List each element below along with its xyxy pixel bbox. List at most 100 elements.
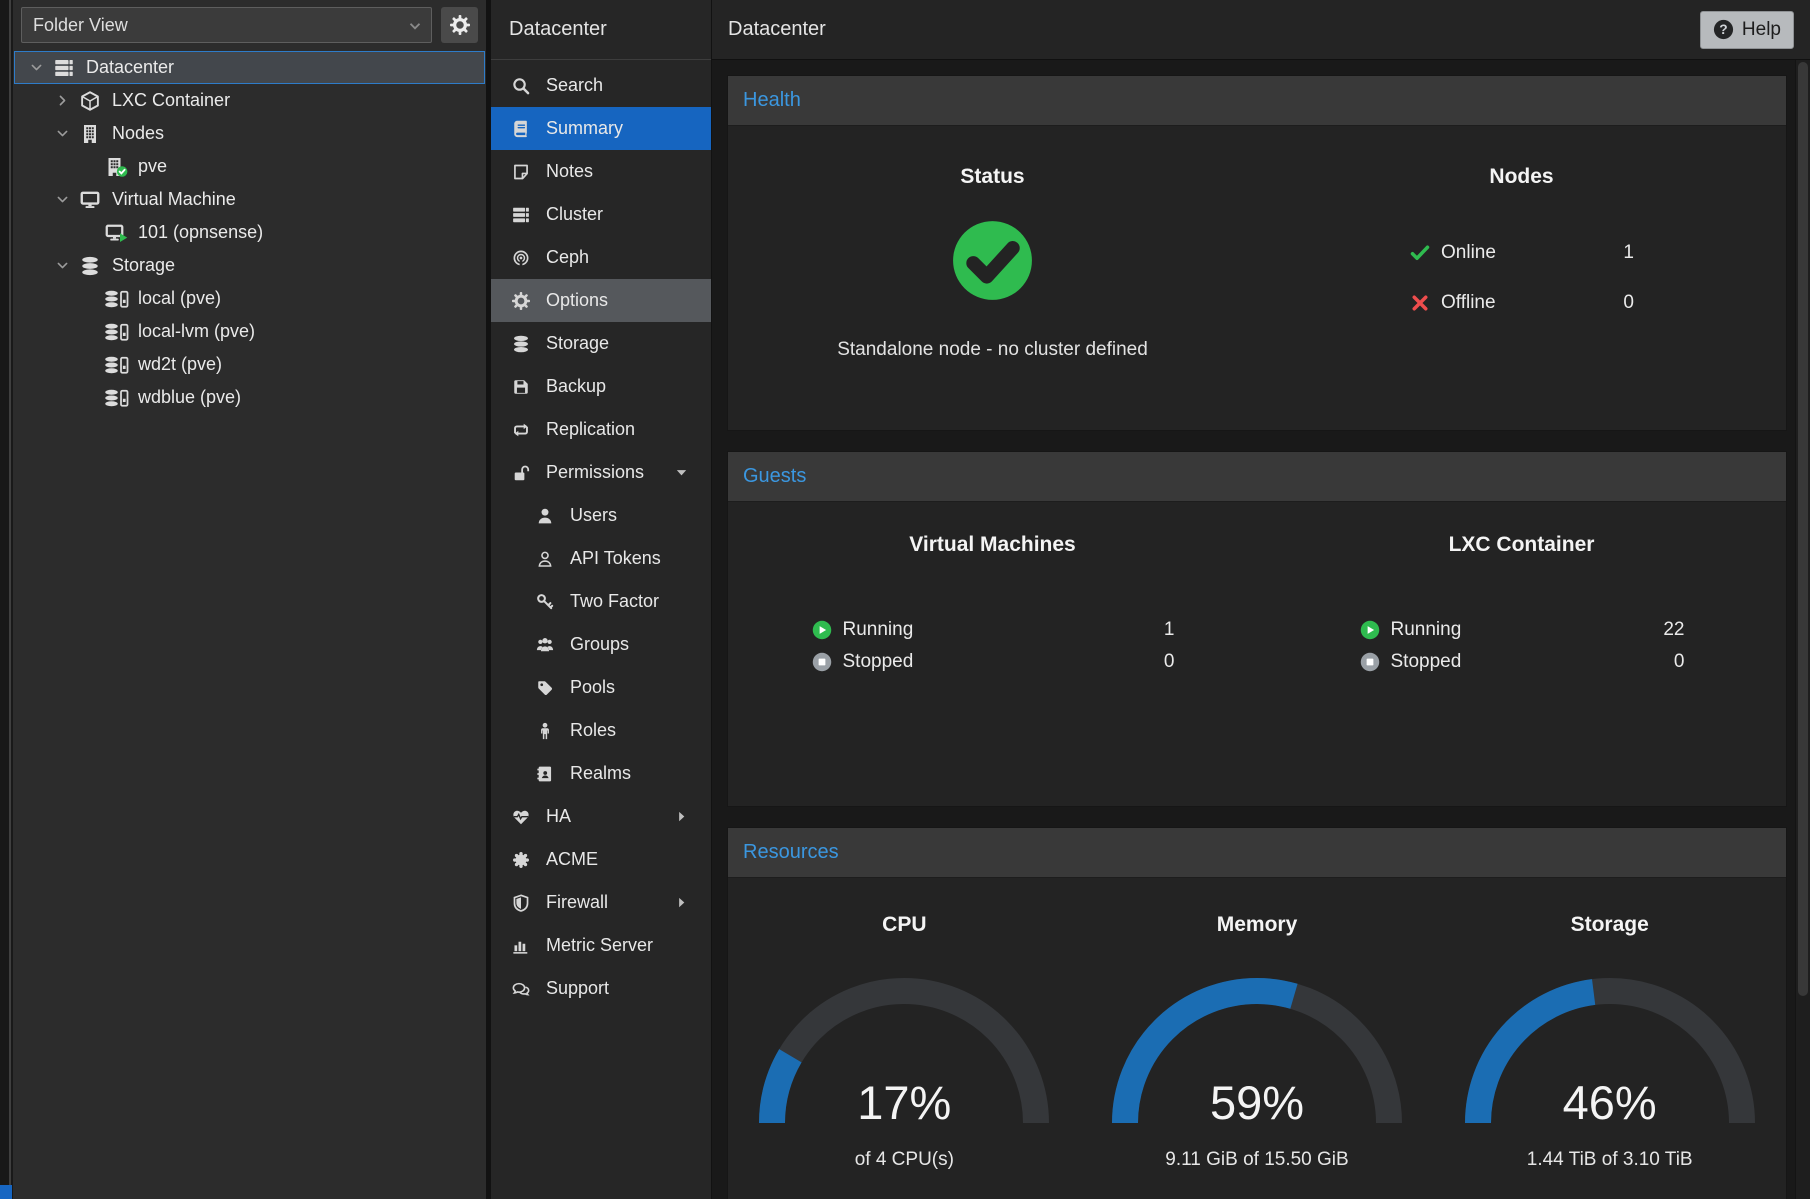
nav-item-two-factor[interactable]: Two Factor — [491, 580, 711, 623]
tree-item-local-pve[interactable]: local (pve) — [14, 282, 485, 315]
storage-gauge: 46% — [1460, 973, 1760, 1136]
tree-item-virtual-machine[interactable]: Virtual Machine — [14, 183, 485, 216]
chevron-down-icon[interactable] — [50, 258, 74, 273]
caret-down-icon[interactable] — [674, 465, 689, 480]
chevron-down-icon[interactable] — [24, 60, 48, 75]
nav-item-label: HA — [533, 806, 571, 827]
guests-body: Virtual MachinesRunning1Stopped0LXC Cont… — [728, 502, 1786, 806]
content-header: Datacenter ? Help — [712, 0, 1810, 60]
book-icon — [509, 120, 533, 138]
health-panel-title: Health — [743, 89, 801, 112]
status-row-value: 22 — [1663, 619, 1684, 641]
tree-item-label: wdblue (pve) — [132, 387, 241, 408]
nav-item-ceph[interactable]: Ceph — [491, 236, 711, 279]
tree-item-label: Datacenter — [80, 57, 174, 78]
scrollbar-thumb[interactable] — [1798, 62, 1808, 996]
cpu-gauge-column: CPU17%of 4 CPU(s) — [728, 878, 1081, 1199]
help-button[interactable]: ? Help — [1700, 11, 1794, 49]
datacenter-nav-panel: Datacenter SearchSummaryNotesClusterCeph… — [491, 0, 712, 1199]
bar-chart-icon — [509, 937, 533, 955]
shield-icon — [509, 894, 533, 912]
tree-item-101-opnsense[interactable]: 101 (opnsense) — [14, 216, 485, 249]
server-icon — [48, 58, 80, 78]
nav-item-label: Support — [533, 978, 609, 999]
cpu-gauge: 17% — [754, 973, 1054, 1136]
tree-item-nodes[interactable]: Nodes — [14, 117, 485, 150]
tree-item-pve[interactable]: pve — [14, 150, 485, 183]
page-title: Datacenter — [728, 18, 826, 41]
svg-text:?: ? — [1719, 22, 1727, 37]
tree-toolbar: Folder View — [13, 0, 486, 50]
memory-gauge-title: Memory — [1217, 912, 1298, 938]
status-row-value: 0 — [1164, 651, 1175, 673]
tree-item-storage[interactable]: Storage — [14, 249, 485, 282]
tree-item-label: Nodes — [106, 123, 164, 144]
nav-item-notes[interactable]: Notes — [491, 150, 711, 193]
caret-right-icon[interactable] — [674, 895, 689, 910]
nav-item-replication[interactable]: Replication — [491, 408, 711, 451]
nav-item-label: Storage — [533, 333, 609, 354]
nav-item-backup[interactable]: Backup — [491, 365, 711, 408]
tree-item-lxc-container[interactable]: LXC Container — [14, 84, 485, 117]
tree-item-wd2t-pve[interactable]: wd2t (pve) — [14, 348, 485, 381]
status-row-value: 1 — [1164, 619, 1175, 641]
storage-gauge-column: Storage46%1.44 TiB of 3.10 TiB — [1433, 878, 1786, 1199]
nav-panel-title: Datacenter — [491, 0, 711, 60]
status-row-label: Offline — [1431, 292, 1496, 314]
tree-item-label: wd2t (pve) — [132, 354, 222, 375]
view-mode-select[interactable]: Folder View — [21, 7, 432, 43]
lxc-container-title: LXC Container — [1449, 532, 1595, 558]
nav-item-label: Groups — [557, 634, 629, 655]
nav-item-storage[interactable]: Storage — [491, 322, 711, 365]
tree-item-datacenter[interactable]: Datacenter — [14, 51, 485, 84]
nav-item-support[interactable]: Support — [491, 967, 711, 1010]
gauge-percent-label: 46% — [1460, 1075, 1760, 1130]
gauge-percent-label: 59% — [1107, 1075, 1407, 1130]
tree-item-label: Storage — [106, 255, 175, 276]
gauge-sublabel: of 4 CPU(s) — [855, 1149, 954, 1171]
running-row: Running22 — [1359, 614, 1685, 646]
nav-item-summary[interactable]: Summary — [491, 107, 711, 150]
caret-right-icon[interactable] — [674, 809, 689, 824]
nav-item-groups[interactable]: Groups — [491, 623, 711, 666]
summary-scroll-area: Health Status Standalone node - no clust… — [712, 60, 1795, 1199]
tag-icon — [533, 679, 557, 697]
corner-accent — [0, 1185, 12, 1199]
nav-item-api-tokens[interactable]: API Tokens — [491, 537, 711, 580]
tree-item-local-lvm-pve[interactable]: local-lvm (pve) — [14, 315, 485, 348]
stop-circle-icon — [811, 652, 833, 672]
tree-item-wdblue-pve[interactable]: wdblue (pve) — [14, 381, 485, 414]
nav-item-acme[interactable]: ACME — [491, 838, 711, 881]
nodes-column: Nodes Online1Offline0 — [1257, 126, 1786, 430]
database-icon — [74, 256, 106, 276]
nav-item-label: API Tokens — [557, 548, 661, 569]
storage-drive-icon — [100, 355, 132, 375]
nav-item-options[interactable]: Options — [491, 279, 711, 322]
nodes-rows: Online1Offline0 — [1409, 228, 1634, 328]
folder-tree: Datacenter LXC Container Nodes pveVirtual M… — [13, 50, 486, 414]
status-title: Status — [960, 164, 1024, 190]
nav-item-cluster[interactable]: Cluster — [491, 193, 711, 236]
vertical-scrollbar[interactable] — [1795, 60, 1810, 1199]
certificate-icon — [509, 851, 533, 869]
status-row-value: 1 — [1623, 242, 1634, 264]
users-icon — [533, 636, 557, 654]
chevron-down-icon — [407, 18, 423, 34]
chevron-down-icon[interactable] — [50, 192, 74, 207]
chevron-right-icon[interactable] — [50, 93, 74, 108]
nav-item-ha[interactable]: HA — [491, 795, 711, 838]
nav-item-users[interactable]: Users — [491, 494, 711, 537]
nav-item-roles[interactable]: Roles — [491, 709, 711, 752]
nav-item-permissions[interactable]: Permissions — [491, 451, 711, 494]
nav-item-metric-server[interactable]: Metric Server — [491, 924, 711, 967]
nav-item-realms[interactable]: Realms — [491, 752, 711, 795]
male-icon — [533, 722, 557, 740]
nav-item-search[interactable]: Search — [491, 64, 711, 107]
tree-settings-button[interactable] — [441, 7, 478, 43]
nav-item-label: Two Factor — [557, 591, 659, 612]
panel-health: Health Status Standalone node - no clust… — [727, 75, 1787, 431]
nav-item-firewall[interactable]: Firewall — [491, 881, 711, 924]
unlock-icon — [509, 464, 533, 482]
nav-item-pools[interactable]: Pools — [491, 666, 711, 709]
chevron-down-icon[interactable] — [50, 126, 74, 141]
